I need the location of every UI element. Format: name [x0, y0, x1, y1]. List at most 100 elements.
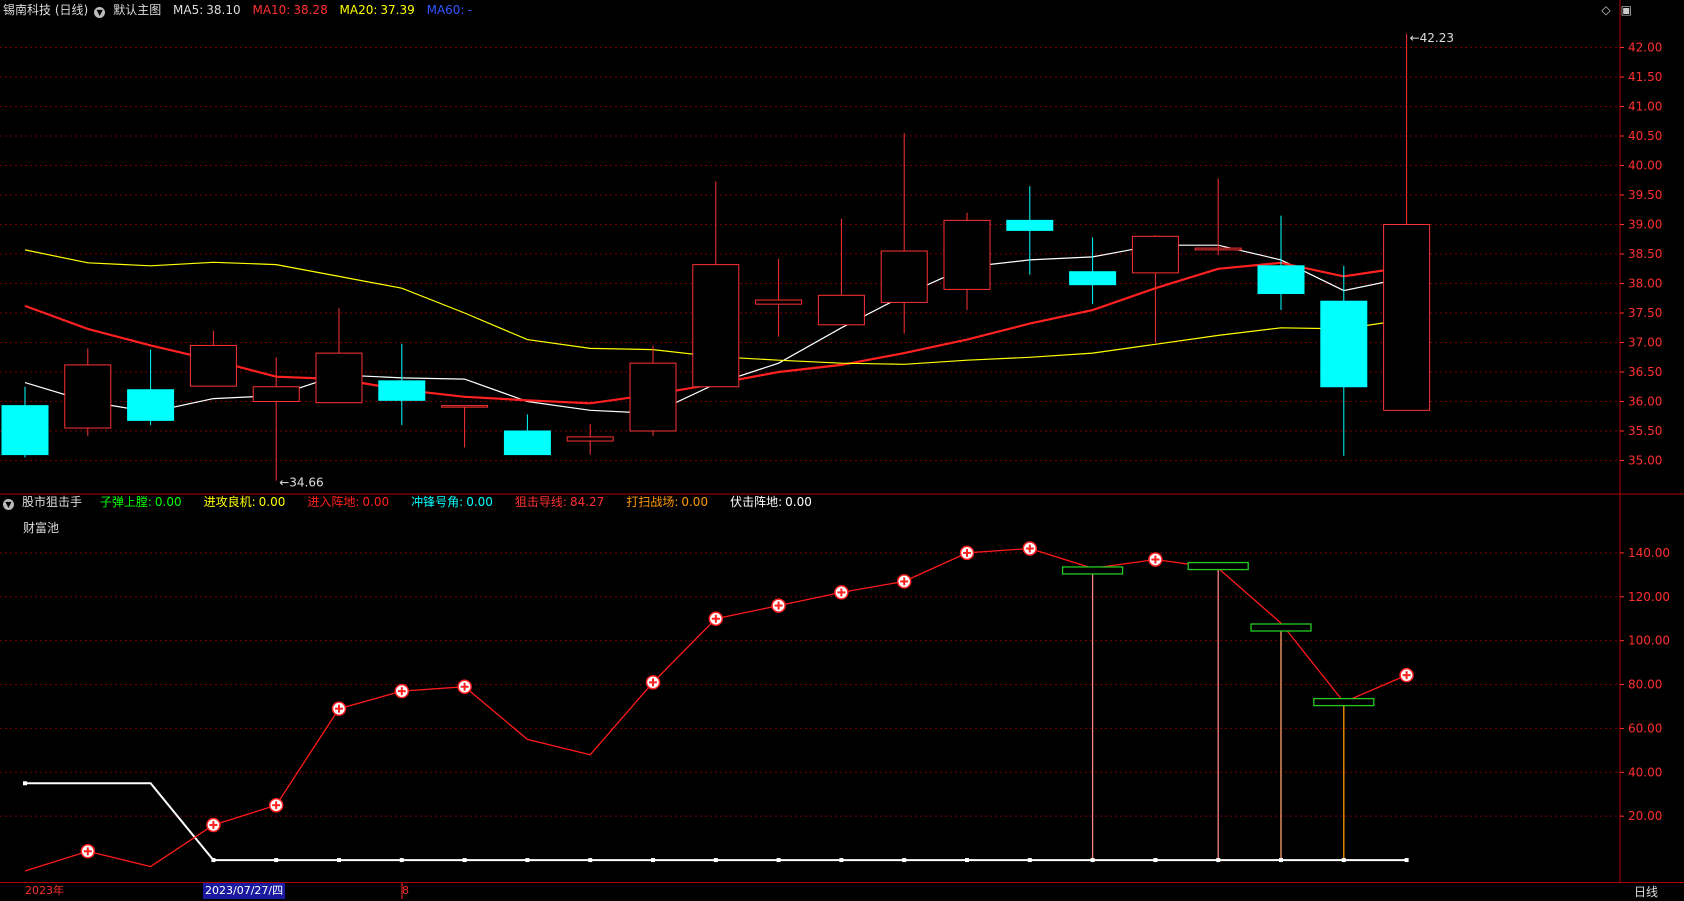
y-tick-label: 42.00	[1628, 41, 1662, 55]
ambush-point	[1216, 858, 1221, 863]
candle-body	[1257, 265, 1305, 295]
diamond-icon[interactable]: ◇	[1601, 3, 1610, 17]
indicator-item-label: 子弹上膛:	[99, 495, 152, 509]
candle	[64, 348, 112, 436]
buy-marker-icon	[268, 797, 284, 813]
ma20-value: 37.39	[380, 3, 415, 17]
indicator-item-2: 进入阵地: 0.00	[307, 495, 397, 509]
candle-body	[1131, 235, 1179, 274]
candle	[1383, 33, 1431, 411]
y-tick-label: 36.50	[1628, 365, 1662, 379]
candle	[315, 308, 363, 404]
indicator-item-0: 子弹上膛: 0.00	[100, 495, 190, 509]
ambush-point	[399, 858, 404, 863]
y-tick-label: 41.50	[1628, 70, 1662, 84]
buy-marker-icon	[1399, 667, 1414, 683]
indicator-item-label: 打扫战场:	[626, 495, 679, 509]
indicator-item-label: 伏击阵地:	[730, 495, 783, 509]
ambush-point	[211, 858, 216, 863]
ma60-value: -	[467, 3, 472, 17]
candle-body	[817, 294, 865, 326]
indicator-panel-header: ▼ 股市狙击手 子弹上膛: 0.00 进攻良机: 0.00 进入阵地: 0.00 冲锋号角: 0…	[3, 494, 836, 510]
candle-body	[441, 405, 489, 408]
signal-box	[1250, 623, 1312, 632]
indicator-item-value: 0.00	[785, 495, 812, 509]
indicator-name[interactable]: 股市狙击手	[22, 495, 82, 509]
y-tick-label: 35.50	[1628, 424, 1662, 438]
candle	[252, 357, 300, 481]
y-tick-label: 39.50	[1628, 188, 1662, 202]
y-tick-label: 37.00	[1628, 336, 1662, 350]
candle	[1, 386, 49, 458]
y-tick-label: 41.00	[1628, 100, 1662, 114]
ambush-point	[1404, 858, 1409, 863]
buy-marker-icon	[394, 683, 410, 699]
ambush-point	[902, 858, 907, 863]
buy-marker-icon	[80, 844, 96, 859]
month-label: 8	[402, 884, 409, 897]
indicator-item-value: 0.00	[466, 495, 493, 509]
signal-box	[1313, 697, 1375, 707]
buy-marker-icon	[896, 574, 912, 589]
candle-body	[189, 344, 237, 387]
candle-body	[692, 264, 740, 388]
ambush-point	[776, 858, 781, 863]
candle-body	[64, 364, 112, 429]
restore-icon[interactable]: ▣	[1621, 3, 1632, 17]
indicator-item-label: 狙击导线:	[514, 495, 567, 509]
year-label: 2023年	[25, 884, 64, 897]
candle	[189, 330, 237, 387]
candle	[503, 414, 551, 456]
candle-body	[127, 389, 175, 421]
triangle-down-icon[interactable]: ▼	[94, 7, 106, 18]
y-tick-label: 37.50	[1628, 306, 1662, 320]
ambush-point	[588, 858, 593, 863]
y-tick-label: 35.00	[1628, 454, 1662, 468]
candle	[1320, 265, 1368, 456]
candle	[127, 349, 175, 426]
period-tab-daily[interactable]: 日线	[1634, 883, 1658, 900]
candle-body	[1383, 224, 1431, 411]
buy-marker-icon	[645, 675, 661, 690]
y-tick-label: 38.50	[1628, 247, 1662, 261]
candle-body	[315, 352, 363, 404]
ambush-point	[651, 858, 655, 863]
buy-marker-icon	[1022, 541, 1038, 556]
y-tick-label: 20.00	[1628, 809, 1662, 823]
candle	[1194, 178, 1242, 256]
indicator-sub-label: 财富池	[23, 521, 60, 535]
ambush-point	[713, 858, 718, 863]
candle-body	[755, 299, 803, 305]
buy-marker-icon	[457, 679, 472, 694]
indicator-item-4: 狙击导线: 84.27	[515, 495, 612, 509]
ambush-point	[1090, 858, 1095, 863]
ambush-point	[337, 858, 341, 863]
candle	[943, 212, 991, 311]
ambush-point	[965, 858, 969, 863]
chart-template-label[interactable]: 默认主图	[113, 3, 161, 17]
main-panel-header: 锡南科技 (日线) ▼ 默认主图 MA5: 38.10 MA10: 38.28 MA20…	[3, 2, 480, 18]
indicator-item-value: 0.00	[681, 495, 709, 509]
indicator-item-label: 进攻良机:	[203, 495, 256, 509]
ma60-label: MA60:	[426, 3, 465, 17]
stock-chart-canvas[interactable]: 35.00 35.50 36.00 36.50 37.00 37.50 38.00 38.50…	[0, 0, 1684, 900]
candle	[1069, 237, 1117, 305]
candle	[755, 258, 803, 337]
stock-title[interactable]: 锡南科技 (日线)	[3, 3, 88, 17]
y-tick-label: 40.50	[1628, 129, 1662, 143]
ambush-point	[525, 858, 530, 863]
ma20-label: MA20:	[339, 3, 378, 17]
indicator-item-value: 84.27	[569, 495, 605, 509]
ambush-point	[1027, 858, 1032, 863]
triangle-down-icon[interactable]: ▼	[3, 499, 14, 510]
indicator-item-5: 打扫战场: 0.00	[626, 495, 716, 509]
ambush-point	[23, 781, 27, 786]
candle-body	[503, 430, 551, 456]
indicator-item-value: 0.00	[154, 495, 182, 509]
candle-body	[1, 405, 49, 456]
y-tick-label: 40.00	[1628, 765, 1662, 779]
candle-body	[252, 386, 300, 402]
candle-body	[1006, 219, 1054, 231]
indicator-item-label: 冲锋号角:	[411, 495, 464, 509]
y-tick-label: 140.00	[1628, 546, 1670, 560]
